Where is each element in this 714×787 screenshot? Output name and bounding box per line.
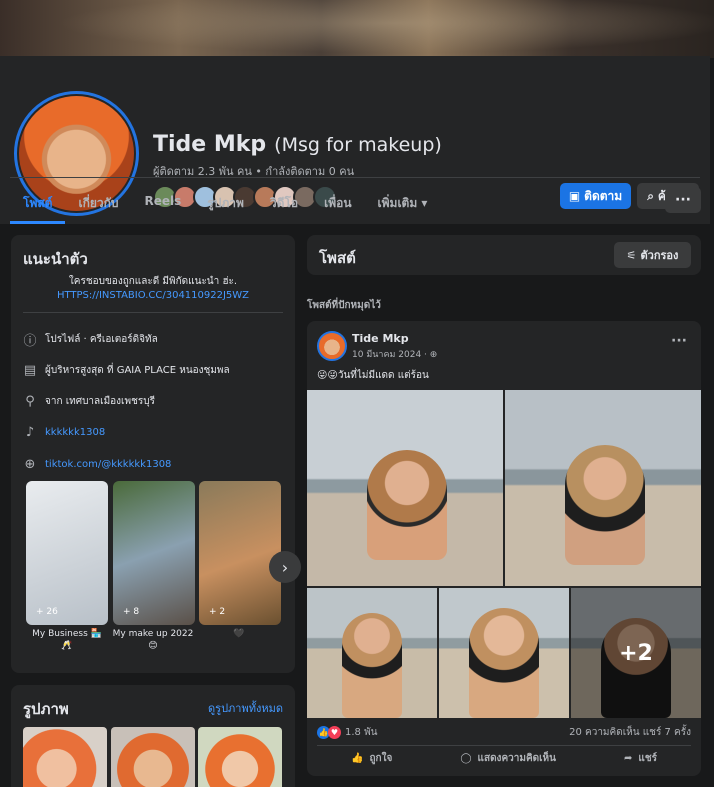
post-author-avatar[interactable] [317,331,347,361]
profile-name-text: Tide Mkp [153,132,267,157]
highlight-label: My Business 🏪 🥂 [32,629,102,651]
share-icon: ➦ [623,753,633,764]
post-divider [317,745,691,746]
info-item-hometown: ⚲ จาก เทศบาลเมืองเพชรบุรี [23,394,155,409]
post-date[interactable]: 10 มีนาคม 2024 · ⊕ [352,347,437,361]
photo-thumbnail[interactable] [111,727,195,787]
more-photos-overlay[interactable]: +2 [571,588,701,718]
location-icon: ⚲ [25,394,35,409]
comments-shares-count[interactable]: 20 ความคิดเห็น แชร์ 7 ครั้ง [569,725,691,740]
follow-icon: ▣ [568,189,581,203]
post-text: 😜😜วันที่ไม่มีแดด แต่ร้อน [317,370,429,381]
info-item-website: ⊕ tiktok.com/@kkkkkk1308 [23,456,172,472]
profile-tabs: โพสต์ เกี่ยวกับ Reels รูปภาพ วิดีโอ เพื่… [10,186,440,224]
bio-text: ใครชอบของถูกและดี มีพิกัดแนะนำ ฮ่ะ. [68,276,238,287]
info-item-work: ▤ ผู้บริหารสูงสุด ที่ GAIA PLACE หนองชุมพ… [23,363,230,378]
highlight-label: 🖤 [233,629,245,639]
post-image[interactable] [439,588,569,718]
highlight-count: + 2 [209,607,226,617]
globe-icon: ⊕ [429,350,438,360]
see-all-photos-link[interactable]: ดูรูปภาพทั้งหมด [208,699,283,717]
highlight-item[interactable]: + 26 [26,481,108,625]
photos-card: รูปภาพ ดูรูปภาพทั้งหมด [11,685,295,787]
highlight-item[interactable]: + 8 [113,481,195,625]
tab-about[interactable]: เกี่ยวกับ [65,186,131,224]
bio-link[interactable]: HTTPS://INSTABIO.CC/304110922J5WZ [11,289,295,303]
more-options-button[interactable]: ··· [665,187,701,213]
header-divider [10,177,700,178]
share-button[interactable]: ➦ แชร์ [624,751,657,766]
posts-header-card: โพสต์ ⚟ ตัวกรอง [307,235,701,275]
intro-divider [23,312,283,313]
tab-posts[interactable]: โพสต์ [10,186,66,224]
filter-label: ตัวกรอง [640,249,679,262]
profile-name: Tide Mkp (Msg for makeup) [153,132,442,157]
info-item-profile: ⓘ โปรไฟล์ · ครีเอเตอร์ดิจิทัล [23,332,158,349]
tab-more[interactable]: เพิ่มเติม ▾ [365,186,441,224]
info-icon: ⓘ [23,334,37,349]
intro-title: แนะนำตัว [23,250,88,268]
profile-subtitle: (Msg for makeup) [274,134,442,156]
tab-videos[interactable]: วิดีโอ [257,186,311,224]
photo-thumbnail[interactable] [23,727,107,787]
highlight-item[interactable]: + 2 [199,481,281,625]
pinned-post: Tide Mkp 10 มีนาคม 2024 · ⊕ ··· 😜😜วันที่… [307,321,701,776]
cover-photo[interactable] [0,0,714,58]
highlight-count: + 26 [36,607,58,617]
highlight-count: + 8 [123,607,140,617]
post-image[interactable] [505,390,701,586]
filter-icon: ⚟ [626,248,637,262]
post-author-name[interactable]: Tide Mkp [352,332,409,345]
reactions-count: 1.8 พัน [345,727,378,738]
like-label: ถูกใจ [369,753,393,764]
post-image[interactable] [307,390,503,586]
bio: ใครชอบของถูกและดี มีพิกัดแนะนำ ฮ่ะ. HTTP… [11,275,295,303]
info-text: โปรไฟล์ · ครีเอเตอร์ดิจิทัล [45,334,158,345]
comment-icon: ◯ [460,753,472,764]
post-actions: 👍 ถูกใจ ◯ แสดงความคิดเห็น ➦ แชร์ [317,751,691,766]
photos-title: รูปภาพ [23,700,69,718]
website-link[interactable]: tiktok.com/@kkkkkk1308 [45,459,171,470]
info-text[interactable]: จาก เทศบาลเมืองเพชรบุรี [45,394,155,409]
posts-title: โพสต์ [319,249,356,267]
comment-button[interactable]: ◯ แสดงความคิดเห็น [460,751,556,766]
post-stats: 👍 ♥ 1.8 พัน 20 ความคิดเห็น แชร์ 7 ครั้ง [317,725,691,740]
post-image[interactable]: +2 [571,588,701,718]
post-date-text: 10 มีนาคม 2024 · [352,350,427,360]
intro-card: แนะนำตัว ใครชอบของถูกและดี มีพิกัดแนะนำ … [11,235,295,673]
search-icon: ⌕ [647,188,654,203]
pinned-posts-label: โพสต์ที่ปักหมุดไว้ [307,300,381,311]
reactions-summary[interactable]: 👍 ♥ 1.8 พัน [317,725,378,740]
tab-reels[interactable]: Reels [132,186,195,224]
tiktok-icon: ♪ [25,424,35,440]
thumbs-up-icon: 👍 [351,753,364,764]
globe-icon: ⊕ [24,456,36,472]
share-label: แชร์ [638,753,657,764]
highlight-label: My make up 2022 😊 [112,629,194,651]
follow-label: ติดตาม [584,188,623,203]
post-image[interactable] [307,588,437,718]
love-reaction-icon: ♥ [328,726,341,739]
tab-photos[interactable]: รูปภาพ [194,186,257,224]
chevron-right-icon[interactable]: › [269,551,301,583]
info-item-tiktok: ♪ kkkkkk1308 [23,424,105,440]
like-button[interactable]: 👍 ถูกใจ [351,751,392,766]
briefcase-icon: ▤ [23,363,37,378]
comment-label: แสดงความคิดเห็น [477,753,556,764]
photo-thumbnail[interactable] [198,727,282,787]
follow-button[interactable]: ▣ ติดตาม [560,183,631,209]
post-options-button[interactable]: ··· [671,333,687,349]
tiktok-link[interactable]: kkkkkk1308 [45,427,105,438]
info-text[interactable]: ผู้บริหารสูงสุด ที่ GAIA PLACE หนองชุมพล [45,363,230,378]
tab-friends[interactable]: เพื่อน [311,186,364,224]
filter-button[interactable]: ⚟ ตัวกรอง [614,242,691,268]
